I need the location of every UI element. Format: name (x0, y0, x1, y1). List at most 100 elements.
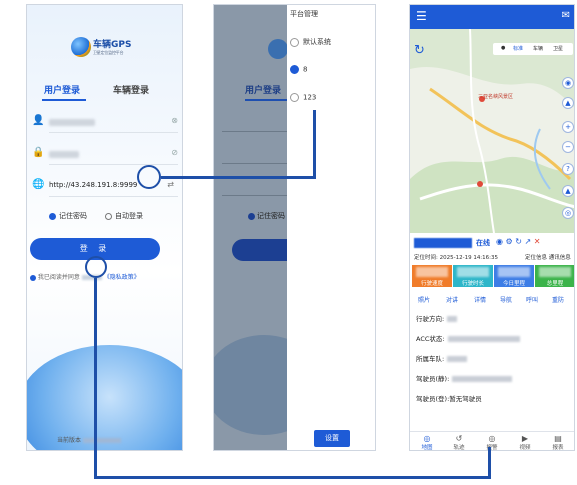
username-field[interactable]: 👤 ⊗ (27, 113, 182, 133)
shield-icon[interactable]: ▲ (562, 185, 574, 197)
connector-line (94, 278, 97, 479)
detail-driver-static: 驾驶员(静): (416, 373, 513, 383)
map-view[interactable]: ● 标准 车辆 卫星 ↻ 三亚名峡风景区 ◉ ▲ + − ? ▲ ◎ (410, 29, 574, 233)
active-tab-underline (42, 99, 86, 101)
platform-option-123[interactable]: 123 (290, 93, 316, 102)
stat-total-mileage: 总里程 (535, 265, 574, 287)
agreement-text: 我已阅读并同意 (37, 274, 80, 281)
action-geofence[interactable]: 重防 (552, 295, 564, 304)
password-value-masked (49, 151, 79, 158)
remember-password-checkbox: 记住密码 (248, 211, 285, 221)
agreement-row: 我已阅读并同意 《隐私政策》 (30, 272, 140, 281)
info-buttons: 定位信息 通讯信息 (525, 253, 571, 261)
target-icon[interactable]: ◉ (496, 237, 503, 246)
checked-icon (49, 212, 56, 220)
map-type-switch[interactable]: ● 标准 车辆 卫星 (493, 43, 573, 55)
nav-track[interactable]: ↺ 轨迹 (444, 434, 474, 450)
action-call[interactable]: 呼叫 (526, 295, 538, 304)
map-tab-satellite[interactable]: 卫星 (553, 45, 563, 52)
map-label-district: 三亚名峡风景区 (478, 94, 514, 100)
connector-line (94, 476, 490, 479)
app-subtitle: 卫星定位监控平台 (93, 50, 124, 55)
platform-option-8[interactable]: 8 (290, 65, 307, 74)
nav-video[interactable]: ▶ 视频 (510, 434, 540, 450)
nav-map[interactable]: ◎ 地图 (412, 434, 442, 450)
map-type-switch-dot-icon: ● (501, 45, 506, 51)
server-url-value: http://43.248.191.8:9999 (49, 181, 138, 189)
nav-report[interactable]: ▤ 报表 (543, 434, 573, 450)
refresh-icon[interactable]: ↻ (414, 43, 425, 58)
close-icon[interactable]: ✕ (534, 237, 541, 246)
video-icon: ▶ (521, 434, 529, 443)
set-button[interactable]: 设置 (314, 430, 350, 447)
comm-info-button[interactable]: 通讯信息 (549, 255, 571, 261)
action-navigate[interactable]: 导航 (500, 295, 512, 304)
connector-line (313, 110, 316, 179)
top-bar: ☰ ✉ (410, 5, 574, 29)
share-icon[interactable]: ↗ (525, 237, 532, 246)
stat-speed: 行驶速度 (412, 265, 452, 287)
username-value-redacted (49, 119, 95, 126)
help-icon[interactable]: ? (562, 163, 574, 175)
message-icon[interactable]: ✉ (562, 10, 570, 21)
action-bar: 照片 对讲 详情 导航 呼叫 重防 (410, 293, 574, 305)
lock-icon: 🔒 (32, 147, 45, 158)
settings-icon[interactable]: ⚙ (506, 237, 513, 246)
reload-icon[interactable]: ↻ (515, 237, 522, 246)
locate-time: 定位时间: 2025-12-19 14:16:35 (414, 255, 499, 261)
app-name: 车辆GPS (93, 40, 132, 50)
clear-icon[interactable]: ⊗ (171, 116, 178, 125)
tab-user-login: 用户登录 (245, 86, 282, 96)
map-tab-vehicle[interactable]: 车辆 (533, 45, 543, 52)
detail-fleet: 所属车队: (416, 353, 468, 363)
radio-checked-icon (290, 65, 299, 74)
remember-password-checkbox[interactable]: 记住密码 (49, 211, 87, 221)
app-logo: 车辆GPS 卫星定位监控平台 (71, 33, 141, 63)
user-icon: 👤 (32, 115, 45, 126)
report-icon: ▤ (554, 434, 562, 443)
action-details[interactable]: 详情 (474, 295, 486, 304)
connector-line (488, 447, 491, 479)
zoom-in-icon[interactable]: + (562, 121, 574, 133)
action-photo[interactable]: 照片 (418, 295, 430, 304)
map-tab-standard[interactable]: 标准 (513, 45, 523, 52)
version-label: 当前版本 (57, 435, 121, 444)
platform-select-screen: 用户登录 记住密码 平台管理 默认系统 8 123 设置 (213, 4, 376, 451)
detail-acc: ACC状态: (416, 333, 520, 343)
menu-icon[interactable]: ☰ (416, 9, 427, 23)
password-field[interactable]: 🔒 ⊘ (27, 145, 182, 165)
location-icon[interactable]: ◎ (562, 207, 574, 219)
locate-info-button[interactable]: 定位信息 (525, 255, 547, 261)
login-screen: 车辆GPS 卫星定位监控平台 用户登录 车辆登录 👤 ⊗ 🔒 ⊘ 🌐 http:… (26, 4, 183, 451)
track-icon: ↺ (455, 434, 463, 443)
globe-icon: 🌐 (32, 179, 45, 190)
agree-highlight-circle (85, 256, 107, 278)
switch-highlight-circle (137, 165, 161, 189)
platform-option-default[interactable]: 默认系统 (290, 37, 331, 47)
eye-off-icon[interactable]: ⊘ (171, 148, 178, 157)
status-badge: 在线 (476, 239, 490, 247)
agree-check-icon[interactable] (30, 274, 36, 281)
bottom-nav: ◎ 地图 ↺ 轨迹 ◎ 报警 ▶ 视频 ▤ 报表 (410, 431, 574, 450)
map-canvas (410, 29, 574, 233)
panel-toolbar: ◉ ⚙ ↻ ↗ ✕ (496, 237, 540, 246)
login-button-dimmed (232, 239, 292, 261)
radio-icon (290, 37, 299, 47)
layer-icon[interactable]: ◉ (562, 77, 574, 89)
privacy-policy-link[interactable]: 《隐私政策》 (104, 274, 140, 281)
stat-duration: 行驶时长 (453, 265, 493, 287)
zoom-out-icon[interactable]: − (562, 141, 574, 153)
tab-vehicle-login[interactable]: 车辆登录 (113, 83, 149, 96)
globe-logo-icon (268, 39, 288, 59)
nav-alarm[interactable]: ◎ 报警 (477, 434, 507, 450)
detail-direction: 行驶方向: (416, 313, 458, 323)
switch-platform-icon[interactable]: ⇄ (167, 180, 174, 189)
map-pin-icon: ◎ (423, 434, 431, 443)
traffic-icon[interactable]: ▲ (562, 97, 574, 109)
auto-login-checkbox[interactable]: 自动登录 (105, 211, 143, 221)
vehicle-plate-redacted (414, 238, 472, 248)
unchecked-icon (105, 212, 112, 220)
tab-user-login[interactable]: 用户登录 (44, 83, 80, 96)
action-intercom[interactable]: 对讲 (446, 295, 458, 304)
drawer-title: 平台管理 (290, 10, 318, 18)
